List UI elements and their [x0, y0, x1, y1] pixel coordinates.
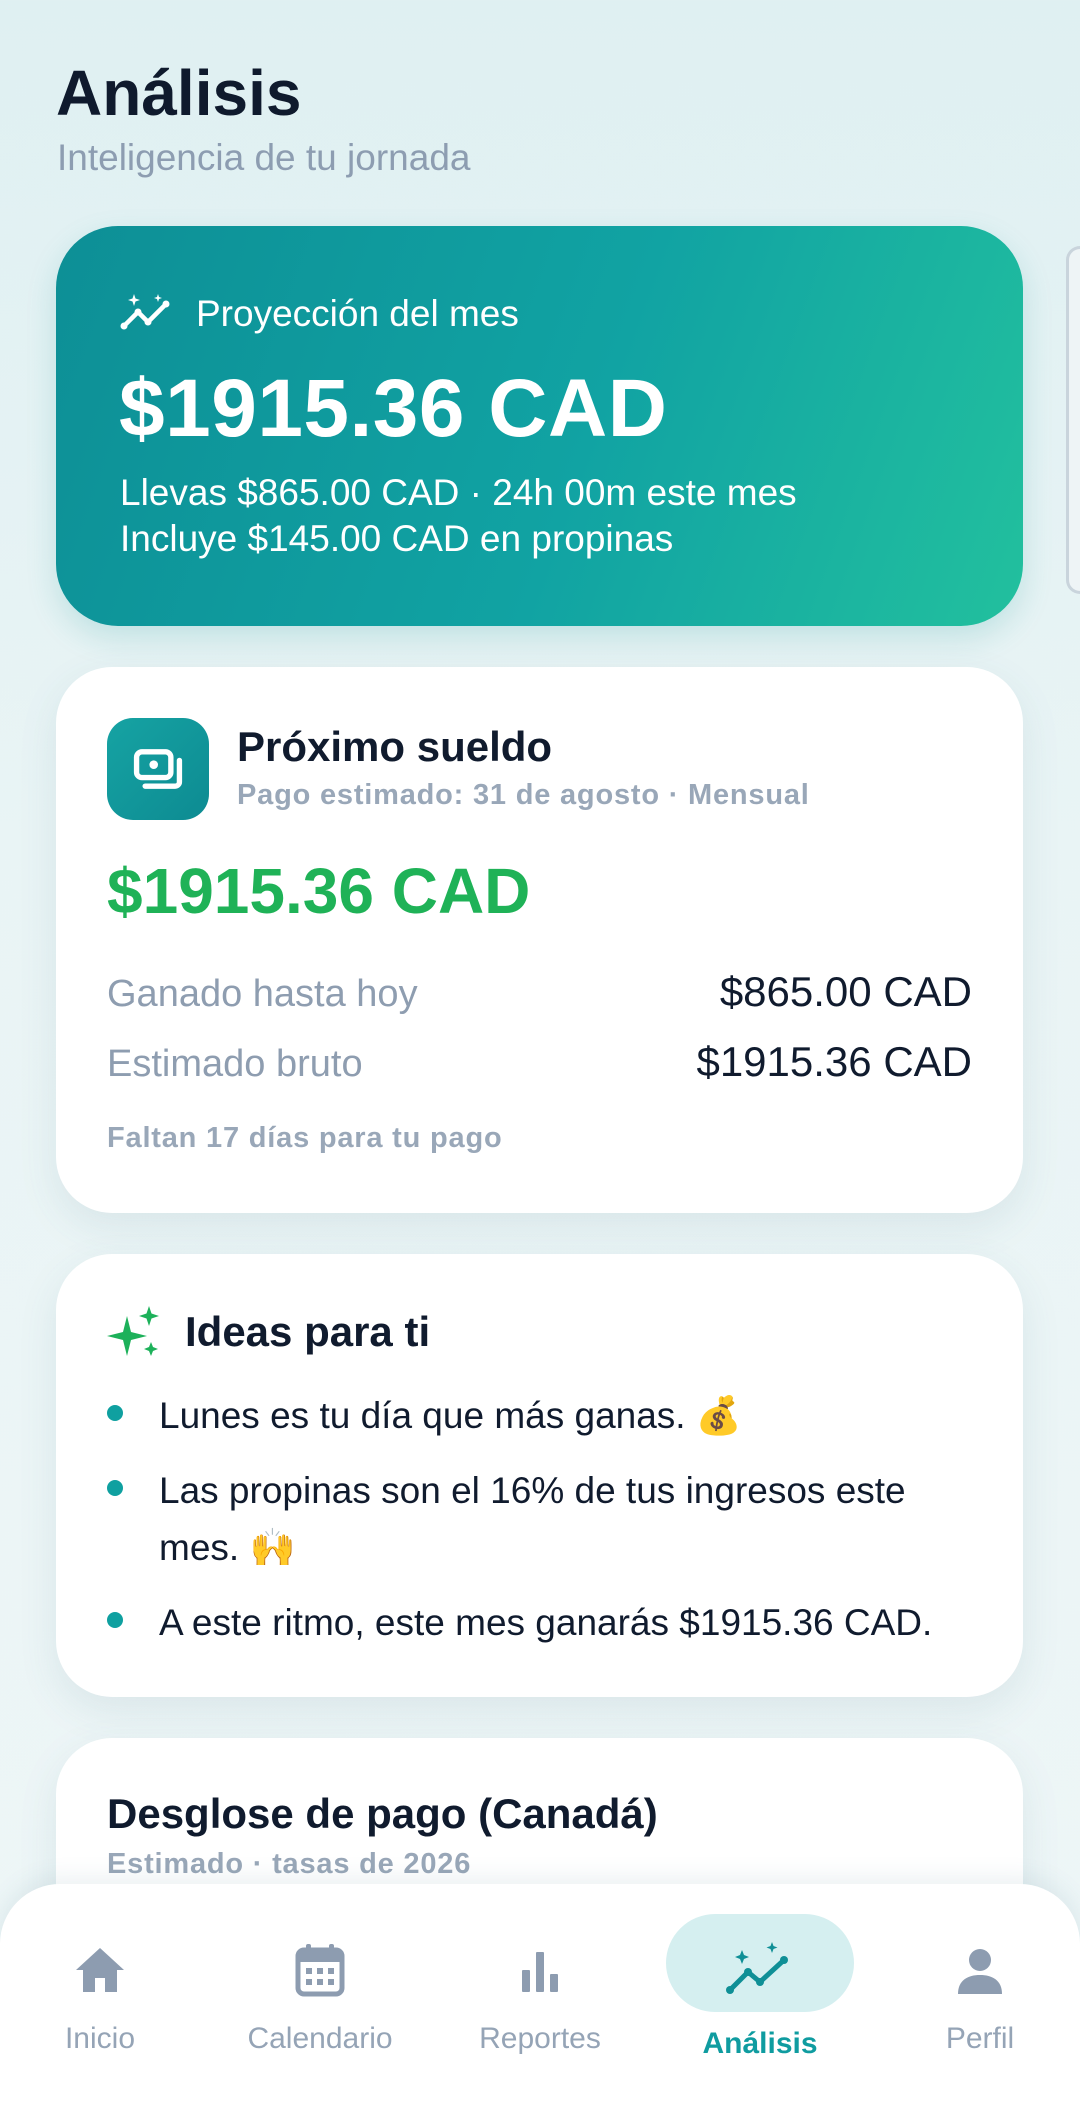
bullet-dot [107, 1480, 123, 1496]
nav-item-reportes[interactable]: Reportes [440, 1884, 640, 2108]
home-icon [76, 1948, 124, 1992]
gross-estimate-row: Estimado bruto $1915.36 CAD [107, 1038, 972, 1086]
nav-item-perfil[interactable]: Perfil [880, 1884, 1080, 2108]
paycheck-subtitle: Pago estimado: 31 de agosto · Mensual [237, 779, 810, 811]
nav-label: Inicio [64, 2022, 136, 2055]
list-item: Las propinas son el 16% de tus ingresos … [107, 1462, 983, 1576]
nav-item-calendario[interactable]: Calendario [220, 1884, 420, 2108]
projection-earned-line: Llevas $865.00 CAD · 24h 00m este mes [120, 472, 797, 513]
nav-label: Calendario [247, 2022, 393, 2055]
projection-label: Proyección del mes [196, 293, 519, 334]
bar-chart-icon [522, 1952, 558, 1992]
row-value: $865.00 CAD [719, 968, 972, 1015]
person-icon [958, 1949, 1002, 1994]
ideas-card: Ideas para ti Lunes es tu día que más ga… [56, 1254, 1023, 1697]
bottom-nav: Inicio Calendario Reportes Análisis Perf… [0, 1884, 1080, 2108]
page-subtitle: Inteligencia de tu jornada [57, 137, 471, 178]
nav-label: Perfil [945, 2022, 1015, 2055]
nav-label: Reportes [479, 2022, 601, 2055]
projection-card: Proyección del mes $1915.36 CAD Llevas $… [56, 226, 1023, 626]
row-label: Ganado hasta hoy [107, 973, 418, 1015]
ideas-title: Ideas para ti [185, 1308, 431, 1355]
sparkles-icon [107, 1306, 159, 1356]
next-paycheck-card: Próximo sueldo Pago estimado: 31 de agos… [56, 667, 1023, 1213]
list-item: A este ritmo, este mes ganarás $1915.36 … [107, 1594, 983, 1651]
side-drawer-handle[interactable] [1066, 246, 1080, 594]
nav-label: Análisis [702, 2027, 818, 2060]
nav-item-analisis[interactable]: Análisis [660, 1884, 860, 2108]
breakdown-title: Desglose de pago (Canadá) [107, 1790, 658, 1837]
page-title: Análisis [56, 57, 302, 129]
paycheck-amount: $1915.36 CAD [107, 855, 531, 927]
cash-icon [107, 718, 209, 820]
list-item: Lunes es tu día que más ganas. 💰 [107, 1387, 983, 1444]
row-value: $1915.36 CAD [696, 1038, 972, 1085]
bullet-dot [107, 1612, 123, 1628]
idea-text: Lunes es tu día que más ganas. 💰 [159, 1395, 742, 1436]
idea-text: A este ritmo, este mes ganarás $1915.36 … [159, 1602, 933, 1643]
idea-text: Las propinas son el 16% de tus ingresos … [159, 1470, 906, 1568]
row-label: Estimado bruto [107, 1043, 363, 1085]
projection-value: $1915.36 CAD [119, 363, 668, 454]
ideas-list: Lunes es tu día que más ganas. 💰 Las pro… [107, 1387, 983, 1669]
paycheck-title: Próximo sueldo [237, 723, 553, 770]
calendar-icon [295, 1944, 345, 1997]
bullet-dot [107, 1405, 123, 1421]
nav-item-inicio[interactable]: Inicio [0, 1884, 200, 2108]
earned-to-date-row: Ganado hasta hoy $865.00 CAD [107, 968, 972, 1016]
trend-sparkle-icon [726, 1942, 788, 1994]
breakdown-subtitle: Estimado · tasas de 2026 [107, 1848, 472, 1880]
sparkle-trend-icon [120, 294, 170, 330]
projection-tips-line: Incluye $145.00 CAD en propinas [120, 518, 674, 559]
days-until-payday: Faltan 17 días para tu pago [107, 1122, 503, 1154]
